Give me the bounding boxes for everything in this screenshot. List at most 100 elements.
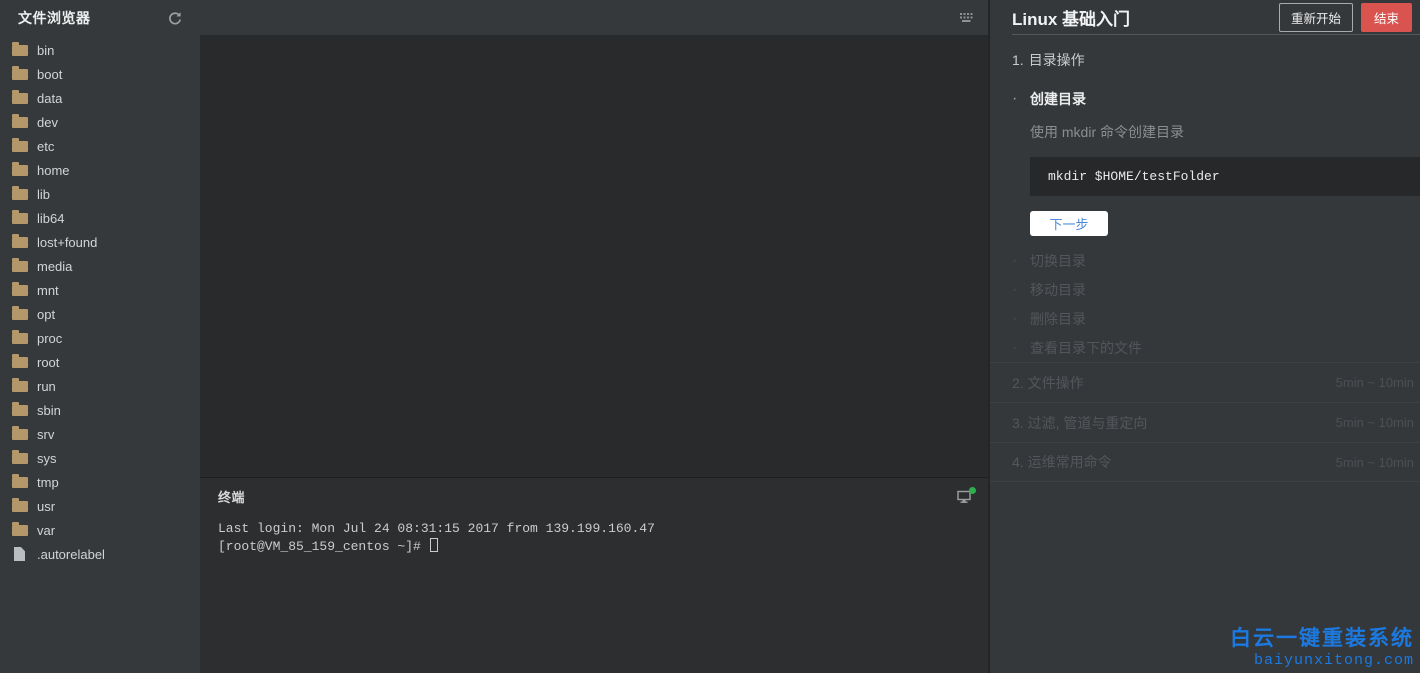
file-item-lib64[interactable]: lib64 (0, 206, 200, 230)
finish-button[interactable]: 结束 (1361, 3, 1412, 32)
folder-icon (12, 93, 28, 104)
folder-icon (12, 261, 28, 272)
tutorial-panel: Linux 基础入门 重新开始 结束 1.目录操作 · 创建目录 使用 mkdi… (988, 0, 1420, 673)
file-item-label: tmp (37, 475, 59, 490)
file-item-etc[interactable]: etc (0, 134, 200, 158)
folder-icon (12, 141, 28, 152)
inactive-step-title: 移动目录 (1030, 280, 1086, 300)
file-item-label: run (37, 379, 56, 394)
inactive-step-list: ·切换目录·移动目录·删除目录·查看目录下的文件 (1012, 246, 1420, 362)
file-item-sbin[interactable]: sbin (0, 398, 200, 422)
file-item-proc[interactable]: proc (0, 326, 200, 350)
file-item-usr[interactable]: usr (0, 494, 200, 518)
locked-chapter-row: 2. 文件操作5min ~ 10min (990, 362, 1420, 402)
file-item-label: var (37, 523, 55, 538)
terminal-title: 终端 (218, 487, 245, 506)
file-item-boot[interactable]: boot (0, 62, 200, 86)
folder-icon (12, 333, 28, 344)
watermark-url: baiyunxitong.com (1230, 652, 1414, 669)
keyboard-icon[interactable] (959, 12, 975, 24)
file-item-label: lib (37, 187, 50, 202)
bullet-icon: · (1012, 312, 1030, 326)
folder-icon (12, 357, 28, 368)
terminal-prompt-line: [root@VM_85_159_centos ~]# (218, 538, 970, 556)
restart-button[interactable]: 重新开始 (1279, 3, 1353, 32)
file-item-srv[interactable]: srv (0, 422, 200, 446)
folder-icon (12, 405, 28, 416)
folder-icon (12, 117, 28, 128)
folder-icon (12, 237, 28, 248)
folder-icon (12, 381, 28, 392)
inactive-step: ·切换目录 (1012, 246, 1420, 275)
file-item-mnt[interactable]: mnt (0, 278, 200, 302)
file-item-label: proc (37, 331, 62, 346)
folder-icon (12, 309, 28, 320)
folder-icon (12, 285, 28, 296)
terminal-output-line: Last login: Mon Jul 24 08:31:15 2017 fro… (218, 520, 970, 538)
watermark-title: 白云一键重装系统 (1230, 622, 1414, 652)
file-item-label: media (37, 259, 72, 274)
file-item-lib[interactable]: lib (0, 182, 200, 206)
terminal-body[interactable]: Last login: Mon Jul 24 08:31:15 2017 fro… (200, 514, 988, 562)
active-step: · 创建目录 使用 mkdir 命令创建目录 mkdir $HOME/testF… (1012, 89, 1420, 236)
file-list: binbootdatadev etc home lib lib64 lost+found m… (0, 38, 200, 566)
file-browser-title: 文件浏览器 (18, 8, 91, 28)
active-step-description: 使用 mkdir 命令创建目录 (1030, 122, 1420, 142)
folder-icon (12, 525, 28, 536)
folder-icon (12, 429, 28, 440)
next-step-button[interactable]: 下一步 (1030, 211, 1108, 236)
inactive-step: ·移动目录 (1012, 275, 1420, 304)
bullet-icon: · (1012, 283, 1030, 297)
file-item-label: usr (37, 499, 55, 514)
file-item-sys[interactable]: sys (0, 446, 200, 470)
file-item-opt[interactable]: opt (0, 302, 200, 326)
refresh-icon[interactable] (167, 10, 183, 26)
file-item-bin[interactable]: bin (0, 38, 200, 62)
terminal-prompt: [root@VM_85_159_centos ~]# (218, 539, 429, 554)
file-item-run[interactable]: run (0, 374, 200, 398)
terminal-monitor-icon[interactable] (957, 490, 972, 503)
file-item-label: sbin (37, 403, 61, 418)
terminal-panel: 终端 Last login: Mon Jul 24 08:31:15 2017 … (200, 477, 988, 673)
file-item-root[interactable]: root (0, 350, 200, 374)
code-snippet[interactable]: mkdir $HOME/testFolder (1030, 157, 1420, 196)
folder-icon (12, 453, 28, 464)
file-item-label: sys (37, 451, 57, 466)
file-browser-header: 文件浏览器 (0, 0, 200, 35)
inactive-step: ·查看目录下的文件 (1012, 333, 1420, 362)
folder-icon (12, 213, 28, 224)
inactive-step-title: 切换目录 (1030, 251, 1086, 271)
file-item-label: lib64 (37, 211, 64, 226)
file-item-media[interactable]: media (0, 254, 200, 278)
tutorial-title: Linux 基础入门 (1012, 5, 1279, 30)
folder-icon (12, 477, 28, 488)
terminal-header: 终端 (200, 478, 988, 514)
file-item-var[interactable]: var (0, 518, 200, 542)
folder-icon (12, 165, 28, 176)
locked-chapter-duration: 5min ~ 10min (1336, 415, 1414, 430)
file-item-label: etc (37, 139, 54, 154)
folder-icon (12, 69, 28, 80)
file-item-.autorelabel[interactable]: .autorelabel (0, 542, 200, 566)
file-item-label: opt (37, 307, 55, 322)
locked-chapter-title: 3. 过滤, 管道与重定向 (1012, 413, 1147, 433)
file-item-label: lost+found (37, 235, 97, 250)
file-item-home[interactable]: home (0, 158, 200, 182)
file-item-data[interactable]: data (0, 86, 200, 110)
file-icon (14, 547, 25, 561)
terminal-cursor (430, 538, 438, 552)
active-step-title: 创建目录 (1030, 89, 1086, 109)
file-item-dev[interactable]: dev (0, 110, 200, 134)
workspace: 终端 Last login: Mon Jul 24 08:31:15 2017 … (200, 0, 988, 673)
editor-area[interactable] (200, 35, 988, 477)
locked-chapter-title: 4. 运维常用命令 (1012, 452, 1112, 472)
locked-chapter-row: 3. 过滤, 管道与重定向 5min ~ 10min (990, 402, 1420, 442)
tutorial-header: Linux 基础入门 重新开始 结束 (1012, 0, 1420, 35)
chapter-1-heading: 1.目录操作 (1012, 50, 1420, 70)
file-item-lost+found[interactable]: lost+found (0, 230, 200, 254)
file-item-tmp[interactable]: tmp (0, 470, 200, 494)
locked-chapter-duration: 5min ~ 10min (1336, 455, 1414, 470)
inactive-step-title: 删除目录 (1030, 309, 1086, 329)
file-item-label: mnt (37, 283, 59, 298)
folder-icon (12, 189, 28, 200)
